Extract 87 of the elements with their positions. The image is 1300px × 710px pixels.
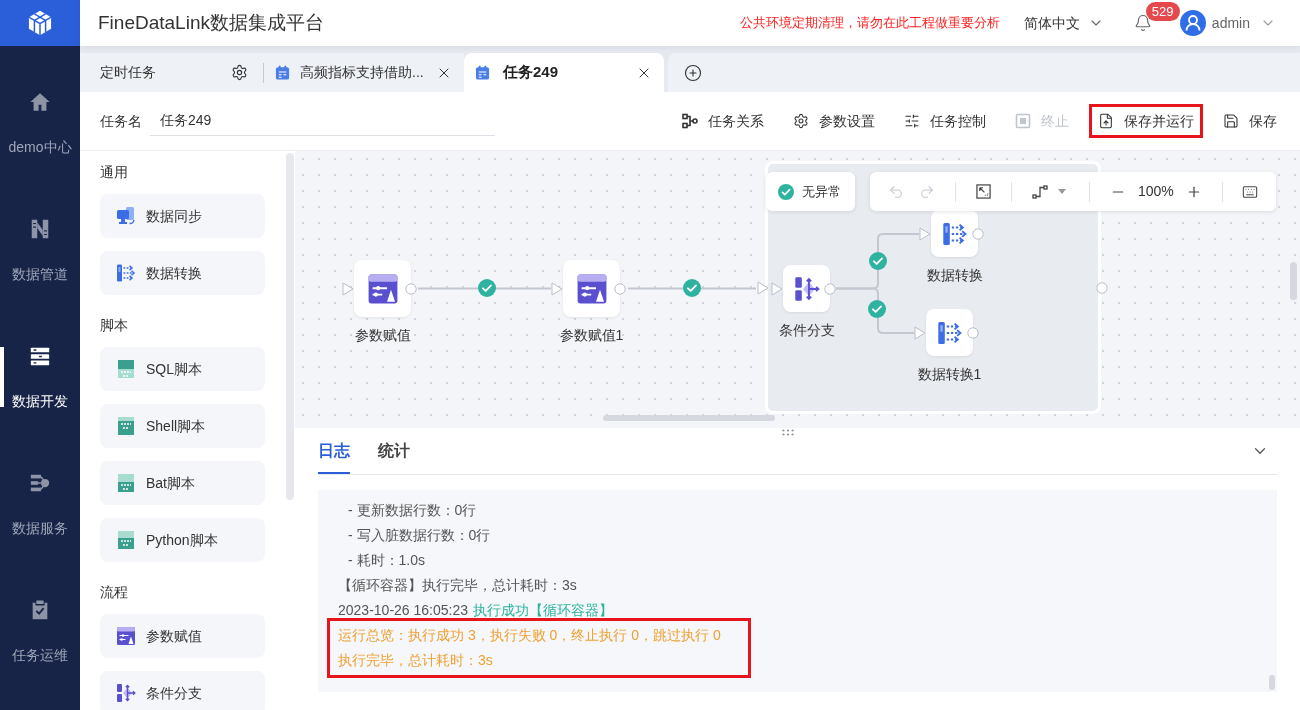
status-text: 无异常	[802, 182, 841, 201]
calendar-icon	[275, 65, 290, 80]
nav-item[interactable]: 任务运维	[0, 568, 80, 695]
nav-item[interactable]: 数据管道	[0, 187, 80, 314]
section-title: 通用	[100, 163, 128, 182]
input-port-icon	[757, 281, 769, 295]
tab[interactable]: 定时任务	[80, 53, 263, 92]
palette-item[interactable]: 数据同步	[100, 194, 265, 238]
caret-icon[interactable]	[1058, 189, 1066, 194]
summary-line: 执行完毕，总计耗时：3s	[338, 651, 493, 670]
palette-item[interactable]: Bat脚本	[100, 461, 265, 505]
cube-logo-icon	[26, 9, 54, 37]
log-line: - 写入脏数据行数：0行	[348, 526, 491, 545]
scrollbar-thumb[interactable]	[603, 415, 775, 421]
nav-item[interactable]: demo中心	[0, 60, 80, 187]
gear-icon	[793, 113, 809, 129]
bell-icon[interactable]	[1133, 14, 1152, 32]
branch-arrows-icon	[116, 683, 136, 703]
plus-circle-icon[interactable]	[684, 63, 702, 82]
active-indicator	[0, 347, 4, 407]
save-run-button[interactable]: 保存并运行	[1089, 104, 1203, 138]
log-timestamp: 2023-10-26 16:05:23	[338, 601, 468, 620]
palette-item[interactable]: 条件分支	[100, 671, 265, 710]
section-title: 脚本	[100, 316, 128, 335]
stop-icon	[1015, 113, 1031, 129]
parameters-button[interactable]: 参数设置	[784, 104, 884, 138]
user-menu[interactable]: admin	[1179, 10, 1276, 36]
arrows-bar-icon	[116, 263, 136, 283]
scrollbar-thumb[interactable]	[1290, 262, 1297, 300]
sliders-icon	[904, 113, 920, 129]
language-selector[interactable]: 简体中文	[1023, 12, 1104, 34]
keyboard-icon[interactable]	[1241, 183, 1258, 200]
node-label: 数据转换	[926, 266, 983, 285]
arrows-bar-icon	[936, 319, 963, 346]
zoom-level: 100%	[1138, 182, 1174, 201]
sliders-panel-icon	[366, 272, 399, 305]
scrollbar-thumb[interactable]	[286, 153, 294, 500]
arrows-bar-icon	[941, 220, 968, 247]
log-tab[interactable]: 统计	[378, 434, 410, 474]
script-file-icon	[116, 416, 136, 436]
branch-arrows-icon	[793, 275, 820, 302]
nav-item[interactable]: 数据服务	[0, 441, 80, 568]
notice-text: 公共环境定期清理，请勿在此工程做重要分析	[739, 14, 1000, 33]
flowchart-icon	[682, 113, 698, 129]
sliders-panel-icon	[116, 626, 136, 646]
n-shape-icon	[29, 217, 51, 240]
script-file-icon	[116, 530, 136, 550]
gear-icon[interactable]	[231, 64, 248, 81]
task-name-field[interactable]: 任务249	[150, 106, 495, 136]
nav-item[interactable]: 数据开发	[0, 314, 80, 441]
node-label: 数据转换1	[917, 365, 982, 384]
log-tab[interactable]: 日志	[318, 434, 350, 474]
save-button[interactable]: 保存	[1214, 104, 1286, 138]
avatar-icon	[1179, 10, 1206, 36]
palette-item[interactable]: SQL脚本	[100, 347, 265, 391]
output-port-icon	[1096, 282, 1108, 294]
check-circle-icon	[778, 183, 794, 200]
log-line: - 更新数据行数：0行	[348, 501, 477, 520]
relations-button[interactable]: 任务关系	[673, 104, 773, 138]
app-title: FineDataLink数据集成平台	[98, 10, 324, 35]
save-icon	[1223, 113, 1239, 129]
log-line: 【循环容器】执行完毕，总计耗时：3s	[338, 576, 577, 595]
palette-item[interactable]: Shell脚本	[100, 404, 265, 448]
node-label: 条件分支	[778, 321, 835, 340]
tab[interactable]: 任务249	[464, 53, 664, 92]
notification-badge: 529	[1145, 2, 1180, 21]
control-button[interactable]: 任务控制	[895, 104, 995, 138]
sliders-panel-icon	[575, 272, 608, 305]
calendar-icon	[475, 65, 490, 80]
palette-item[interactable]: 数据转换	[100, 251, 265, 295]
log-line: - 耗时：1.0s	[348, 551, 425, 570]
scrollbar-thumb[interactable]	[1269, 675, 1275, 690]
tab[interactable]: 高频指标支持借助...	[264, 53, 464, 92]
node-label: 参数赋值1	[559, 326, 624, 345]
elbow-line-icon[interactable]	[1032, 183, 1048, 200]
script-file-icon	[116, 359, 136, 379]
script-file-icon	[116, 473, 136, 493]
section-title: 流程	[100, 583, 128, 602]
node-label: 参数赋值	[354, 326, 411, 345]
palette-item[interactable]: 参数赋值	[100, 614, 265, 658]
drag-handle-icon[interactable]	[782, 429, 794, 436]
palette-item[interactable]: Python脚本	[100, 518, 265, 562]
field-label: 任务名	[100, 111, 142, 131]
file-upload-icon	[1098, 113, 1114, 129]
summary-line: 运行总览：执行成功 3，执行失败 0，终止执行 0，跳过执行 0	[338, 626, 721, 645]
monitor-icon	[116, 206, 136, 226]
success-status: 执行成功【循环容器】	[473, 601, 613, 620]
